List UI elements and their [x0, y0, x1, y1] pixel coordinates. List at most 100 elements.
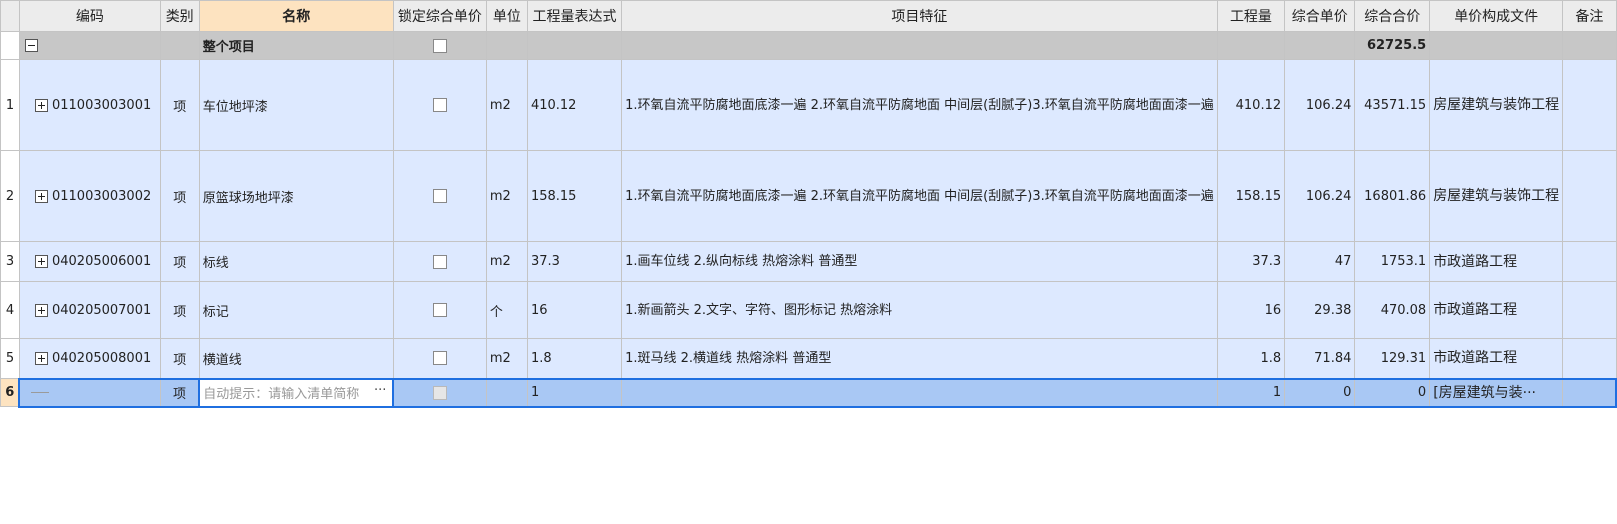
code-cell[interactable]: 040205006001 — [18, 241, 161, 282]
qty-expr-cell[interactable]: 37.3 — [526, 241, 623, 282]
type-cell[interactable]: 项 — [159, 241, 200, 282]
type-cell[interactable]: 项 — [159, 377, 200, 408]
lock-price-checkbox[interactable] — [432, 189, 447, 203]
remark-cell[interactable] — [1562, 59, 1617, 151]
header-lock-price[interactable]: 锁定综合单价 — [392, 0, 487, 32]
name-cell[interactable]: 标线 — [198, 241, 394, 282]
features-cell[interactable]: 1.环氧自流平防腐地面底漆一遍 2.环氧自流平防腐地面 中间层(刮腻子)3.环氧… — [621, 59, 1218, 151]
total-price-cell[interactable]: 1753.1 — [1354, 241, 1431, 282]
code-cell[interactable]: 040205008001 — [18, 338, 161, 379]
table-row[interactable]: 4 040205007001 项 标记 个 16 1.新画箭头 2.文字、字符、… — [0, 281, 1617, 339]
lock-cell[interactable] — [392, 241, 487, 282]
remark-cell[interactable] — [1562, 377, 1617, 408]
quantity-cell[interactable]: 1 — [1216, 377, 1286, 408]
total-price-cell[interactable]: 0 — [1354, 377, 1431, 408]
lock-price-checkbox[interactable] — [432, 303, 447, 317]
summary-qty-expr-cell[interactable] — [526, 31, 623, 60]
header-features[interactable]: 项目特征 — [621, 0, 1218, 32]
unit-cell[interactable] — [485, 377, 528, 408]
price-file-cell[interactable]: 市政道路工程 — [1429, 281, 1564, 339]
qty-expr-cell[interactable]: 1 — [526, 377, 623, 408]
header-type[interactable]: 类别 — [159, 0, 200, 32]
lock-cell[interactable] — [392, 338, 487, 379]
lock-price-checkbox[interactable] — [432, 351, 447, 366]
unit-cell[interactable]: m2 — [485, 150, 528, 242]
type-cell[interactable]: 项 — [159, 281, 200, 339]
price-file-cell[interactable]: 房屋建筑与装饰工程 — [1429, 59, 1564, 151]
qty-expr-cell[interactable]: 1.8 — [526, 338, 623, 379]
summary-lock-cell[interactable] — [392, 31, 487, 60]
features-cell[interactable]: 1.画车位线 2.纵向标线 热熔涂料 普通型 — [621, 241, 1218, 282]
unit-price-cell[interactable]: 29.38 — [1284, 281, 1356, 339]
unit-price-cell[interactable]: 0 — [1284, 377, 1356, 408]
row-number[interactable] — [0, 31, 20, 60]
quantity-cell[interactable]: 16 — [1216, 281, 1286, 339]
name-cell[interactable]: 标记 — [198, 281, 394, 339]
row-number[interactable]: 1 — [0, 59, 20, 151]
row-number[interactable]: 6 — [0, 378, 20, 407]
header-total-price[interactable]: 综合合价 — [1354, 0, 1431, 32]
active-new-row[interactable]: 6 项 自动提示：请输入清单简称 ··· 1 1 0 0 [房屋建筑与装··· — [0, 377, 1617, 408]
qty-expr-cell[interactable]: 410.12 — [526, 59, 623, 151]
features-cell[interactable]: 1.新画箭头 2.文字、字符、图形标记 热熔涂料 — [621, 281, 1218, 339]
expand-icon[interactable] — [34, 303, 48, 317]
total-price-cell[interactable]: 129.31 — [1354, 338, 1431, 379]
row-number[interactable]: 2 — [0, 150, 20, 242]
table-row[interactable]: 2 011003003002 项 原篮球场地坪漆 m2 158.15 1.环氧自… — [0, 150, 1617, 242]
header-price-file[interactable]: 单价构成文件 — [1429, 0, 1564, 32]
qty-expr-cell[interactable]: 158.15 — [526, 150, 623, 242]
price-file-cell[interactable]: 房屋建筑与装饰工程 — [1429, 150, 1564, 242]
unit-cell[interactable]: 个 — [485, 281, 528, 339]
name-input[interactable]: 自动提示：请输入清单简称 ··· — [198, 377, 395, 408]
header-name[interactable]: 名称 — [198, 0, 394, 32]
lock-cell[interactable] — [392, 281, 487, 339]
lock-cell[interactable] — [392, 377, 487, 408]
features-cell[interactable]: 1.环氧自流平防腐地面底漆一遍 2.环氧自流平防腐地面 中间层(刮腻子)3.环氧… — [621, 150, 1218, 242]
expand-icon[interactable] — [34, 189, 48, 203]
code-cell[interactable]: 011003003001 — [18, 59, 161, 151]
quantity-cell[interactable]: 1.8 — [1216, 338, 1286, 379]
name-cell[interactable]: 原篮球场地坪漆 — [198, 150, 394, 242]
header-remark[interactable]: 备注 — [1562, 0, 1617, 32]
unit-price-cell[interactable]: 106.24 — [1284, 150, 1356, 242]
quantity-cell[interactable]: 158.15 — [1216, 150, 1286, 242]
summary-name[interactable]: 整个项目 — [198, 31, 394, 60]
row-number[interactable]: 5 — [0, 338, 20, 379]
header-corner[interactable] — [0, 0, 20, 32]
remark-cell[interactable] — [1562, 241, 1617, 282]
features-cell[interactable]: 1.斑马线 2.横道线 热熔涂料 普通型 — [621, 338, 1218, 379]
table-row[interactable]: 1 011003003001 项 车位地坪漆 m2 410.12 1.环氧自流平… — [0, 59, 1617, 151]
type-cell[interactable]: 项 — [159, 150, 200, 242]
ellipsis-button[interactable]: ··· — [374, 383, 386, 398]
lock-price-checkbox[interactable] — [433, 385, 448, 400]
qty-expr-cell[interactable]: 16 — [526, 281, 623, 339]
header-quantity[interactable]: 工程量 — [1216, 0, 1286, 32]
lock-cell[interactable] — [392, 59, 487, 151]
header-unit-price[interactable]: 综合单价 — [1284, 0, 1356, 32]
expand-icon[interactable] — [34, 351, 48, 365]
type-cell[interactable]: 项 — [159, 59, 200, 151]
unit-price-cell[interactable]: 71.84 — [1284, 338, 1356, 379]
collapse-icon[interactable] — [24, 39, 38, 52]
code-cell[interactable] — [18, 377, 161, 408]
quantity-cell[interactable]: 410.12 — [1216, 59, 1286, 151]
total-price-cell[interactable]: 43571.15 — [1354, 59, 1431, 151]
price-file-cell[interactable]: 市政道路工程 — [1429, 241, 1564, 282]
price-file-cell[interactable]: 市政道路工程 — [1429, 338, 1564, 379]
summary-unit-cell[interactable] — [485, 31, 528, 60]
price-file-cell[interactable]: [房屋建筑与装··· — [1429, 377, 1564, 408]
summary-type-cell[interactable] — [159, 31, 200, 60]
lock-price-checkbox[interactable] — [432, 98, 447, 112]
name-cell[interactable]: 车位地坪漆 — [198, 59, 394, 151]
quantity-cell[interactable]: 37.3 — [1216, 241, 1286, 282]
summary-total-price[interactable]: 62725.5 — [1354, 31, 1431, 60]
expand-icon[interactable] — [34, 98, 48, 112]
features-cell[interactable] — [621, 377, 1218, 408]
summary-price-file-cell[interactable] — [1429, 31, 1564, 60]
total-price-cell[interactable]: 470.08 — [1354, 281, 1431, 339]
summary-code-cell[interactable] — [18, 31, 161, 60]
type-cell[interactable]: 项 — [159, 338, 200, 379]
code-cell[interactable]: 040205007001 — [18, 281, 161, 339]
total-price-cell[interactable]: 16801.86 — [1354, 150, 1431, 242]
remark-cell[interactable] — [1562, 281, 1617, 339]
